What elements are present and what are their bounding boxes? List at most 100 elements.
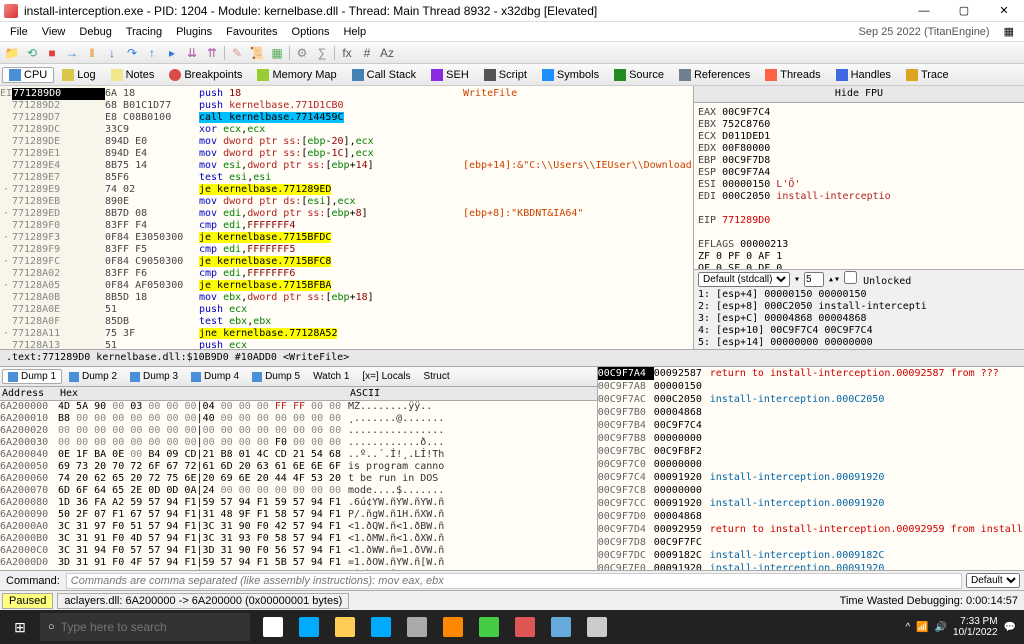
settings-icon[interactable] (400, 610, 434, 644)
command-bar: Command: Default (0, 570, 1024, 590)
tab-symbols[interactable]: Symbols (535, 67, 606, 83)
tab-references[interactable]: References (672, 67, 757, 83)
fx-icon[interactable]: fx (339, 45, 355, 61)
dump-tab-7[interactable]: Struct (417, 369, 455, 384)
tray-volume-icon[interactable]: 🔊 (935, 622, 947, 633)
app2-icon[interactable] (580, 610, 614, 644)
help-icon[interactable]: ▦ (998, 25, 1020, 38)
app-icon (4, 4, 18, 18)
dump-tab-0[interactable]: Dump 1 (2, 369, 62, 384)
settings-icon[interactable]: ⚙ (294, 45, 310, 61)
run-to-icon[interactable]: ▸ (164, 45, 180, 61)
script-icon[interactable]: 📜 (249, 45, 265, 61)
hash-icon[interactable]: # (359, 45, 375, 61)
tab-script[interactable]: Script (477, 67, 534, 83)
command-mode-select[interactable]: Default (966, 573, 1020, 588)
stack-panel[interactable]: 00C9F7A400092587return to install-interc… (598, 367, 1024, 570)
run-arrow-icon[interactable]: → (64, 45, 80, 61)
menu-help[interactable]: Help (337, 24, 372, 40)
tab-source[interactable]: Source (607, 67, 671, 83)
az-icon[interactable]: Az (379, 45, 395, 61)
tray-network-icon[interactable]: 📶 (916, 622, 928, 633)
search-icon: ○ (48, 621, 55, 633)
dump-tab-3[interactable]: Dump 4 (185, 369, 245, 384)
title-bar: install-interception.exe - PID: 1204 - M… (0, 0, 1024, 22)
edge-icon[interactable] (292, 610, 326, 644)
status-bar: Paused aclayers.dll: 6A200000 -> 6A20000… (0, 590, 1024, 610)
maximize-button[interactable]: ▢ (948, 2, 980, 20)
status-paused: Paused (2, 593, 53, 609)
minimize-button[interactable]: — (908, 2, 940, 20)
store-icon[interactable] (364, 610, 398, 644)
dump-tab-6[interactable]: [x=] Locals (356, 369, 416, 384)
stop-icon[interactable]: ■ (44, 45, 60, 61)
main-toolbar: 📁⟲■→‖↓↷↑▸⇊⇈ ✎📜▦ ⚙∑ fx#Az (0, 42, 1024, 64)
tab-handles[interactable]: Handles (829, 67, 898, 83)
task-view-icon[interactable] (256, 610, 290, 644)
taskbar-clock[interactable]: 7:33 PM10/1/2022 (953, 616, 998, 638)
dump-tab-4[interactable]: Dump 5 (246, 369, 306, 384)
dump-col-address: Address (0, 388, 58, 399)
tab-seh[interactable]: SEH (424, 67, 476, 83)
dump-tab-5[interactable]: Watch 1 (307, 369, 355, 384)
menu-favourites[interactable]: Favourites (220, 24, 283, 40)
dump-panel[interactable]: Dump 1Dump 2Dump 3Dump 4Dump 5Watch 1[x=… (0, 367, 598, 570)
command-input[interactable] (66, 573, 962, 589)
command-label: Command: (0, 575, 66, 587)
tab-memory-map[interactable]: Memory Map (250, 67, 343, 83)
menu-plugins[interactable]: Plugins (170, 24, 218, 40)
engine-date: Sep 25 2022 (TitanEngine) (853, 24, 996, 40)
status-time-wasted: Time Wasted Debugging: 0:00:14:57 (834, 595, 1024, 607)
tab-threads[interactable]: Threads (758, 67, 827, 83)
tray-chevron-icon[interactable]: ^ (905, 622, 910, 633)
dump-tab-1[interactable]: Dump 2 (63, 369, 123, 384)
restart-icon[interactable]: ⟲ (24, 45, 40, 61)
app1-icon[interactable] (544, 610, 578, 644)
taskbar-search-input[interactable] (61, 620, 242, 634)
open-folder-icon[interactable]: 📁 (4, 45, 20, 61)
x32dbg-icon[interactable] (508, 610, 542, 644)
menu-file[interactable]: File (4, 24, 34, 40)
calculator-icon[interactable]: ∑ (314, 45, 330, 61)
window-title: install-interception.exe - PID: 1204 - M… (24, 4, 908, 18)
menu-view[interactable]: View (36, 24, 72, 40)
menu-tracing[interactable]: Tracing (120, 24, 168, 40)
status-module: aclayers.dll: 6A200000 -> 6A200000 (0x00… (57, 593, 349, 609)
dump-tab-2[interactable]: Dump 3 (124, 369, 184, 384)
dump-col-ascii: ASCII (348, 388, 382, 399)
start-button[interactable]: ⊞ (0, 610, 40, 644)
explorer-icon[interactable] (328, 610, 362, 644)
pause-icon[interactable]: ‖ (84, 45, 100, 61)
firefox-icon[interactable] (436, 610, 470, 644)
tab-cpu[interactable]: CPU (2, 67, 54, 83)
menu-debug[interactable]: Debug (73, 24, 117, 40)
disassembly-panel[interactable]: EIP771289D0771289D2771289D7771289DC77128… (0, 86, 694, 349)
callconv-select[interactable]: Default (stdcall) (698, 272, 790, 287)
argcount-input[interactable] (804, 272, 824, 287)
step-out-icon[interactable]: ↑ (144, 45, 160, 61)
unlocked-checkbox[interactable]: Unlocked (844, 271, 911, 288)
menu-options[interactable]: Options (286, 24, 336, 40)
windows-taskbar: ⊞ ○ ^ 📶 🔊 7:33 PM10/1/2022 💬 (0, 610, 1024, 644)
chrome-icon[interactable] (472, 610, 506, 644)
tab-breakpoints[interactable]: Breakpoints (162, 67, 249, 83)
view-tabs: CPULogNotesBreakpointsMemory MapCall Sta… (0, 64, 1024, 86)
trace-over-icon[interactable]: ⇈ (204, 45, 220, 61)
trace-into-icon[interactable]: ⇊ (184, 45, 200, 61)
section-info: .text:771289D0 kernelbase.dll:$10B9D0 #1… (0, 349, 1024, 367)
dump-col-hex: Hex (58, 388, 348, 399)
tray-notifications-icon[interactable]: 💬 (1004, 622, 1016, 633)
tab-log[interactable]: Log (55, 67, 102, 83)
tab-notes[interactable]: Notes (104, 67, 162, 83)
registers-panel[interactable]: Hide FPU EAX 00C9F7C4EBX 752C8760 ECX D0… (694, 86, 1024, 349)
tab-call-stack[interactable]: Call Stack (345, 67, 424, 83)
close-button[interactable]: ✕ (988, 2, 1020, 20)
taskbar-search[interactable]: ○ (40, 613, 250, 641)
step-over-icon[interactable]: ↷ (124, 45, 140, 61)
menu-bar: FileViewDebugTracingPluginsFavouritesOpt… (0, 22, 1024, 42)
hide-fpu-button[interactable]: Hide FPU (694, 86, 1024, 103)
tab-trace[interactable]: Trace (899, 67, 956, 83)
memory-icon[interactable]: ▦ (269, 45, 285, 61)
step-into-icon[interactable]: ↓ (104, 45, 120, 61)
notes-icon[interactable]: ✎ (229, 45, 245, 61)
